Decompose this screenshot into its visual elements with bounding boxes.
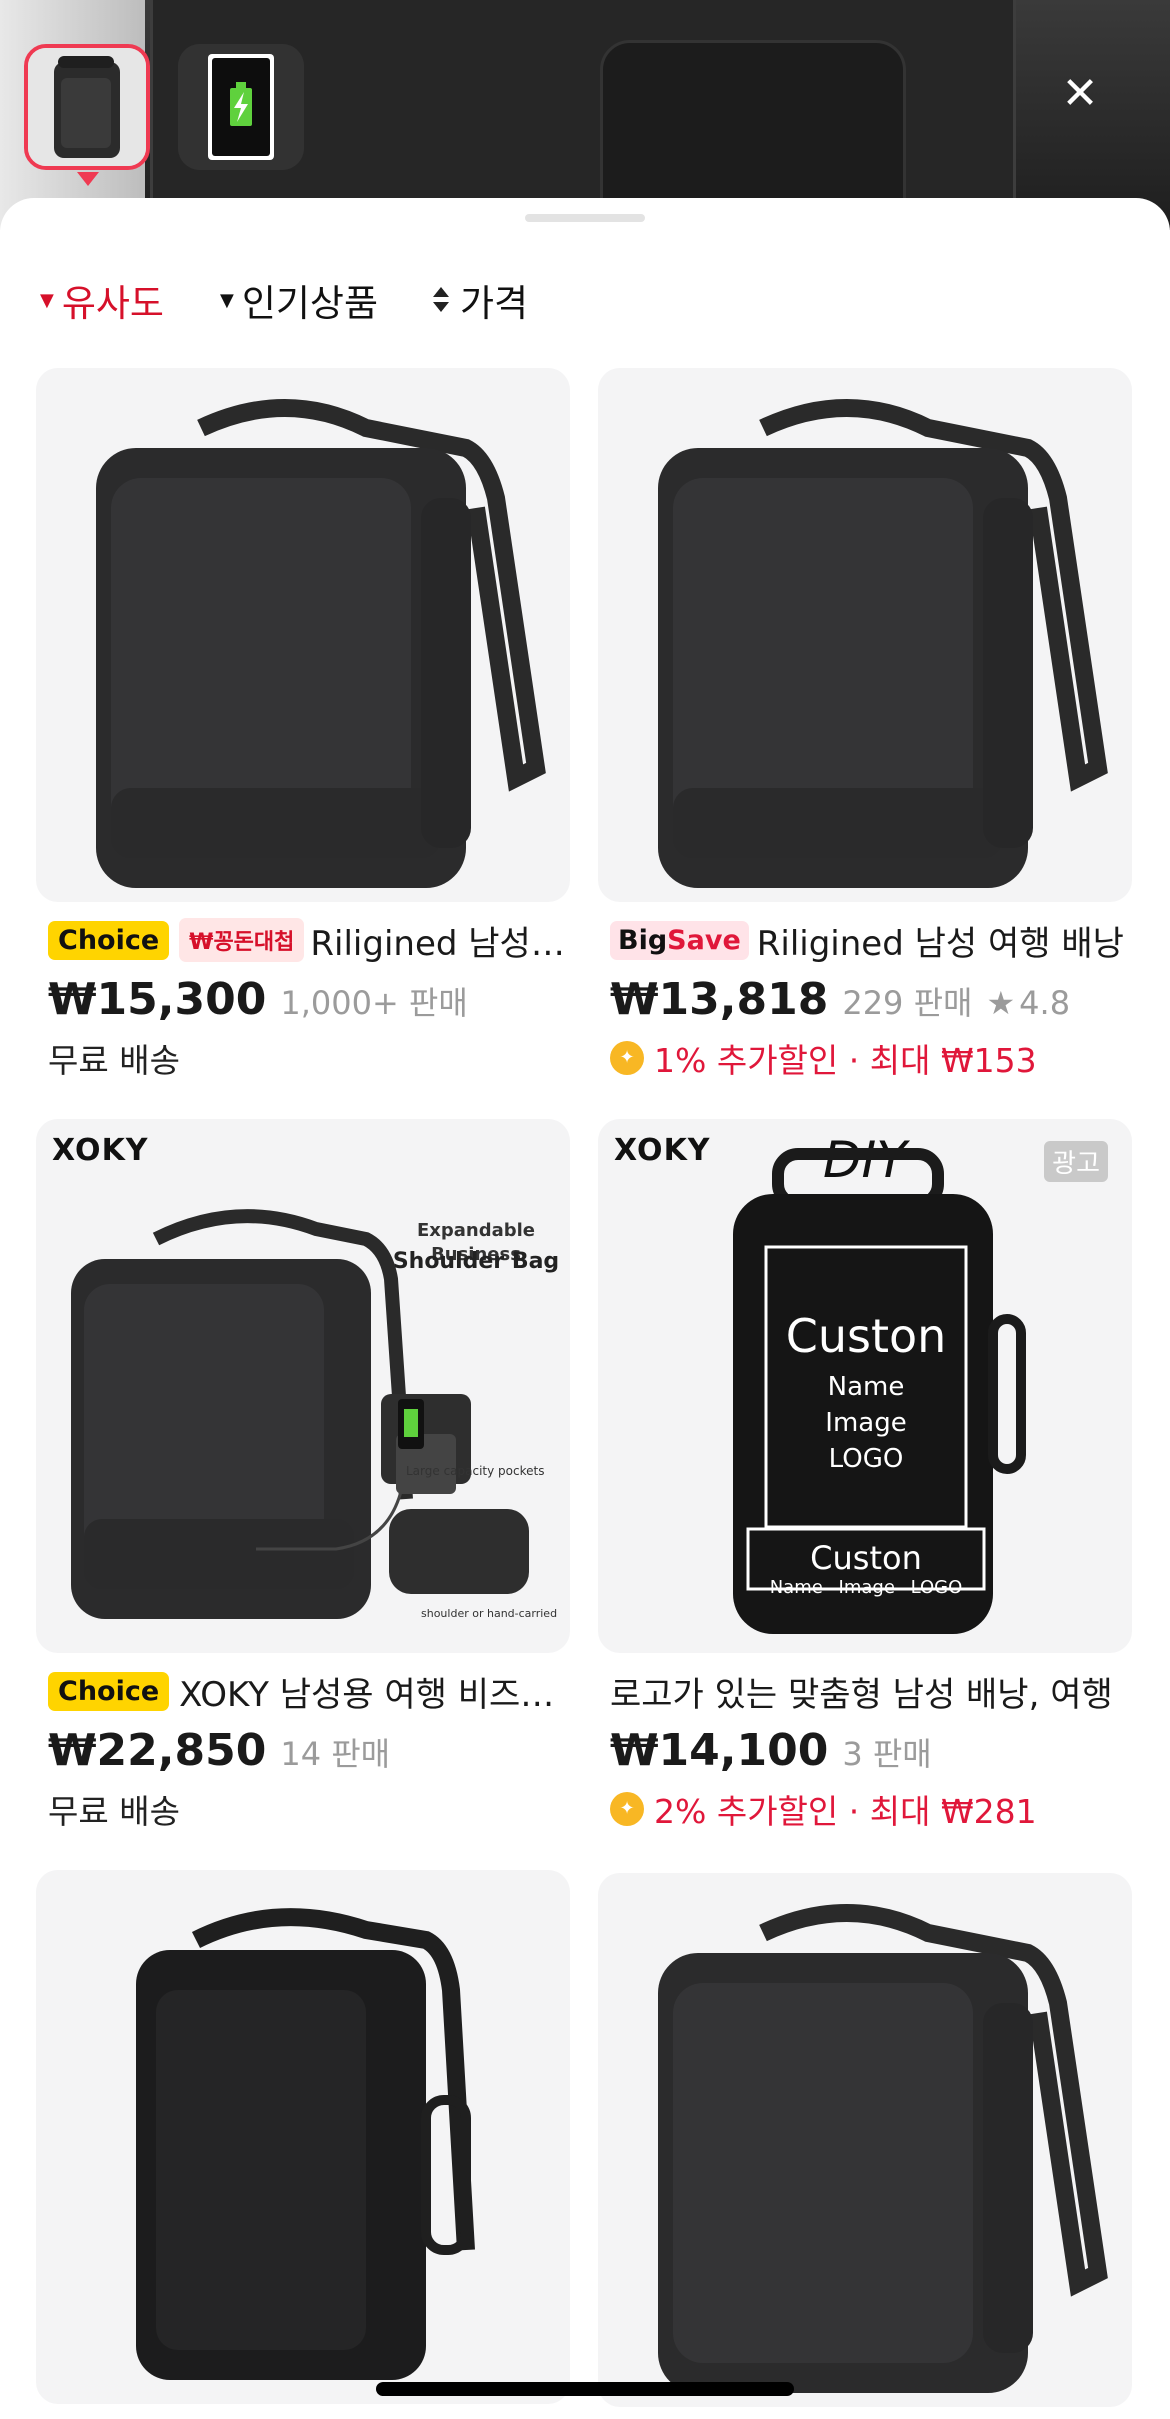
price-row: ₩15,300 1,000+ 판매 <box>36 974 570 1030</box>
sort-similarity[interactable]: ▼ 유사도 <box>40 270 164 330</box>
product-price: ₩14,100 <box>610 1725 829 1776</box>
product-title-row[interactable]: Choice XOKY 남성용 여행 비즈니스 배낭 <box>36 1669 570 1713</box>
product-image[interactable]: XOKY Expandable Business Shoulder Bag La… <box>36 1119 570 1653</box>
sort-similarity-label: 유사도 <box>61 282 164 325</box>
sold-count: 3 판매 <box>842 1735 932 1773</box>
product-card[interactable] <box>598 1873 1132 2407</box>
coin-discount-text: 2% 추가할인 · 최대 ₩281 <box>654 1792 1037 1831</box>
shipping-info: 무료 배송 <box>48 1792 180 1831</box>
custom-print-title: Custon <box>785 1309 947 1363</box>
thumbnail-backpack[interactable] <box>24 44 150 170</box>
product-image[interactable] <box>36 368 570 902</box>
product-card[interactable] <box>36 1870 570 2404</box>
close-icon: ✕ <box>1061 68 1099 119</box>
thumbnail-selected-pointer <box>77 172 99 186</box>
sort-popular-label: 인기상품 <box>241 282 379 325</box>
product-title-row[interactable]: 로고가 있는 맞춤형 남성 배낭, 여행 <box>598 1669 1132 1714</box>
rating: ★ 4.8 <box>986 984 1070 1022</box>
backpack-image <box>96 399 546 888</box>
rating-value: 4.8 <box>1019 984 1071 1022</box>
price-row: ₩22,850 14 판매 <box>36 1725 570 1781</box>
product-card[interactable]: BigSave Riligined 남성 여행 배낭 ₩13,818 229 판… <box>598 368 1132 1080</box>
product-card[interactable]: XOKY DIY 광고 Custon Name Image LOGO Custo… <box>598 1119 1132 1831</box>
product-price: ₩15,300 <box>48 974 267 1025</box>
sort-popular[interactable]: ▼ 인기상품 <box>220 270 378 330</box>
shipping-info: 무료 배송 <box>48 1041 180 1080</box>
sort-price[interactable]: 가격 <box>432 270 528 330</box>
price-row: ₩13,818 229 판매 ★ 4.8 <box>598 974 1132 1030</box>
custom-print-lines: Name Image LOGO <box>825 1372 907 1474</box>
bigsave-badge: BigSave <box>610 920 749 960</box>
sort-price-label: 가격 <box>460 282 529 325</box>
product-title: 로고가 있는 맞춤형 남성 배낭, 여행 <box>610 1674 1113 1714</box>
product-title-row[interactable]: BigSave Riligined 남성 여행 배낭 <box>598 918 1132 962</box>
backpack-image <box>658 1904 1108 2393</box>
product-card[interactable]: Choice ₩꽁돈대첩 Riligined 남성 여행 배낭 ₩15,300 … <box>36 368 570 1080</box>
battery-charging-icon <box>178 44 304 170</box>
close-button[interactable]: ✕ <box>1050 64 1110 124</box>
price-row: ₩14,100 3 판매 <box>598 1725 1132 1781</box>
product-price: ₩13,818 <box>610 974 829 1025</box>
backpack-image <box>71 1209 529 1619</box>
product-title: XOKY 남성용 여행 비즈니스 배낭 <box>179 1674 570 1714</box>
product-image[interactable] <box>598 368 1132 902</box>
coin-icon <box>610 1792 644 1826</box>
coin-discount-text: 1% 추가할인 · 최대 ₩153 <box>654 1041 1037 1080</box>
custom-print-small-line: Name Image LOGO <box>769 1577 963 1598</box>
sheet-grabber[interactable] <box>525 214 645 222</box>
coin-discount: 1% 추가할인 · 최대 ₩153 <box>598 1036 1132 1080</box>
sold-count: 1,000+ 판매 <box>280 984 468 1022</box>
coin-icon <box>610 1041 644 1075</box>
sort-bar: ▼ 유사도 ▼ 인기상품 가격 <box>0 270 1170 330</box>
product-card[interactable]: XOKY Expandable Business Shoulder Bag La… <box>36 1119 570 1831</box>
backpack-image <box>136 1908 475 2380</box>
star-icon: ★ <box>986 984 1016 1022</box>
choice-badge: Choice <box>48 1671 170 1711</box>
caret-down-icon: ▼ <box>40 289 54 311</box>
sold-count: 14 판매 <box>280 1735 391 1773</box>
product-image[interactable] <box>598 1873 1132 2407</box>
promo-badge: ₩꽁돈대첩 <box>179 918 305 962</box>
product-image[interactable]: XOKY DIY 광고 Custon Name Image LOGO Custo… <box>598 1119 1132 1653</box>
product-title: Riligined 남성 여행 배낭 <box>310 923 570 963</box>
backpack-image <box>658 399 1108 888</box>
thumbnail-power-bank[interactable] <box>178 44 304 170</box>
image-viewer-strip: ✕ <box>0 0 1170 230</box>
choice-badge: Choice <box>48 920 170 960</box>
coin-discount: 2% 추가할인 · 최대 ₩281 <box>598 1787 1132 1831</box>
product-price: ₩22,850 <box>48 1725 267 1776</box>
image-caption: Large capacity pockets <box>406 1464 545 1478</box>
sort-updown-icon <box>432 285 450 315</box>
home-indicator <box>376 2382 794 2396</box>
sold-count: 229 판매 <box>842 984 973 1022</box>
custom-print-small: Custon <box>810 1539 922 1577</box>
product-title: Riligined 남성 여행 배낭 <box>756 923 1124 963</box>
caret-down-icon: ▼ <box>220 289 234 311</box>
backpack-icon <box>28 48 146 166</box>
product-title-row[interactable]: Choice ₩꽁돈대첩 Riligined 남성 여행 배낭 <box>36 918 570 962</box>
image-caption: shoulder or hand-carried <box>421 1607 558 1620</box>
product-image[interactable] <box>36 1870 570 2404</box>
